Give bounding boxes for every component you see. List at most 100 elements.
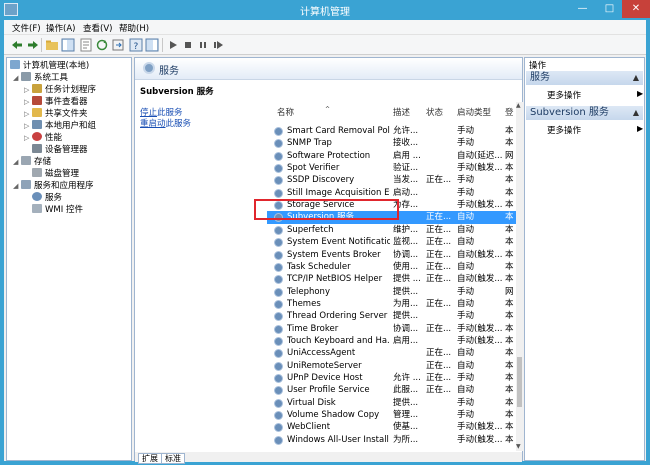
expand-arrow-icon[interactable]: ◢ — [13, 158, 18, 166]
tree-item-services[interactable]: 服务 — [32, 192, 62, 204]
menu-view[interactable]: 查看(V) — [83, 22, 112, 34]
service-status: 正在... — [426, 360, 452, 371]
column-status[interactable]: 状态 — [426, 106, 443, 118]
tab-standard[interactable]: 标准 — [161, 453, 185, 464]
service-row[interactable]: System Events Broker 协调... 正在... 自动(触发... 本 — [267, 249, 519, 261]
expand-arrow-icon[interactable]: ◢ — [13, 74, 18, 82]
service-status: 正在... — [426, 175, 452, 186]
service-row[interactable]: Task Scheduler 使用... 正在... 自动本 — [267, 261, 519, 273]
tree-item-performance[interactable]: 性能 — [32, 132, 62, 144]
service-status: 正在... — [426, 348, 452, 359]
column-name[interactable]: 名称 — [277, 106, 294, 118]
scroll-down-icon[interactable]: ▼ — [516, 443, 521, 450]
show-tree-icon[interactable] — [61, 38, 75, 52]
service-row[interactable]: Telephony 提供... 手动网 — [267, 286, 519, 298]
help-icon[interactable]: ? — [129, 38, 143, 52]
tab-extended[interactable]: 扩展 — [138, 453, 162, 464]
up-folder-icon[interactable] — [45, 38, 59, 52]
service-row[interactable]: Touch Keyboard and Ha... 启用... 手动(触发... 本 — [267, 335, 519, 347]
restart-link-text[interactable]: 重启动 — [140, 119, 166, 129]
tree-item-storage[interactable]: 存储 — [21, 156, 51, 168]
tree-item-event-viewer[interactable]: 事件查看器 — [32, 96, 88, 108]
service-status: 正在... — [426, 298, 452, 309]
actions-section-subversion[interactable]: Subversion 服务 ▲ — [526, 106, 643, 120]
maximize-button[interactable]: □ — [596, 0, 623, 18]
service-row[interactable]: UniRemoteServer 正在... 自动本 — [267, 360, 519, 372]
tree-item-shared-folders[interactable]: 共享文件夹 — [32, 108, 88, 120]
service-row[interactable]: TCP/IP NetBIOS Helper 提供 ... 正在... 自动(触发...… — [267, 273, 519, 285]
service-description: 接收... — [393, 138, 419, 149]
tree-item-disk-management[interactable]: 磁盘管理 — [32, 168, 79, 180]
restart-service-icon[interactable] — [211, 38, 225, 52]
close-button[interactable]: ✕ — [622, 0, 650, 18]
service-startup-type: 手动 — [457, 397, 475, 408]
expand-arrow-icon[interactable]: ▷ — [24, 122, 29, 130]
tree-item-label: 共享文件夹 — [45, 109, 88, 119]
service-gear-icon — [274, 287, 283, 297]
menu-help[interactable]: 帮助(H) — [119, 22, 149, 34]
service-row[interactable]: Windows All-User Install ... 为所... 手动(触发..… — [267, 434, 519, 446]
service-row[interactable]: Smart Card Removal Poli... 允许... 手动本 — [267, 125, 519, 137]
stop-service-icon[interactable] — [181, 38, 195, 52]
properties-icon[interactable] — [79, 38, 93, 52]
expand-arrow-icon[interactable]: ▷ — [24, 110, 29, 118]
service-row[interactable]: Themes 为用... 正在... 自动本 — [267, 298, 519, 310]
refresh-icon[interactable] — [95, 38, 109, 52]
start-service-icon[interactable] — [166, 38, 180, 52]
minimize-button[interactable]: — — [569, 0, 596, 18]
service-row[interactable]: System Event Notification...监视... 正在... 自动… — [267, 236, 519, 248]
tree-item-device-manager[interactable]: 设备管理器 — [32, 144, 88, 156]
more-actions-item[interactable]: 更多操作 ▶ — [547, 89, 643, 101]
restart-service-link[interactable]: 重启动此服务 — [140, 117, 191, 129]
menu-file[interactable]: 文件(F) — [12, 22, 41, 34]
expand-arrow-icon[interactable]: ◢ — [13, 182, 18, 190]
collapse-arrow-icon[interactable]: ▲ — [633, 71, 639, 85]
expand-arrow-icon[interactable]: ▷ — [24, 134, 29, 142]
tree-item-wmi[interactable]: WMI 控件 — [32, 204, 83, 216]
service-row[interactable]: User Profile Service 此服... 正在... 自动本 — [267, 384, 519, 396]
scroll-up-icon[interactable]: ▲ — [516, 102, 521, 109]
scrollbar-thumb[interactable] — [517, 357, 522, 407]
tree-item-local-users[interactable]: 本地用户和组 — [32, 120, 96, 132]
service-row[interactable]: Virtual Disk 提供... 手动本 — [267, 397, 519, 409]
expand-arrow-icon[interactable]: ▷ — [24, 86, 29, 94]
service-description: 提供... — [393, 311, 419, 322]
service-row[interactable]: Still Image Acquisition Ev...启动...手动本 — [267, 187, 519, 199]
service-row[interactable]: Software Protection 启用 ... 自动(延迟... 网 — [267, 150, 519, 162]
device-manager-icon — [32, 144, 42, 153]
column-startup-type[interactable]: 启动类型 — [457, 106, 491, 118]
services-scrollbar[interactable]: ▲ ▼ — [516, 102, 523, 451]
service-row[interactable]: SSDP Discovery 当发... 正在... 手动本 — [267, 174, 519, 186]
tree-item-root[interactable]: 计算机管理(本地) — [10, 60, 89, 72]
actions-section-services[interactable]: 服务 ▲ — [526, 71, 643, 85]
service-description: 维护... — [393, 224, 419, 235]
expand-arrow-icon[interactable]: ▷ — [24, 98, 29, 106]
pause-service-icon[interactable] — [196, 38, 210, 52]
service-row[interactable]: Volume Shadow Copy 管理... 手动本 — [267, 409, 519, 421]
service-row[interactable]: Spot Verifier 验证... 手动(触发... 本 — [267, 162, 519, 174]
service-row[interactable]: UPnP Device Host 允许 ... 正在... 手动本 — [267, 372, 519, 384]
service-gear-icon — [274, 262, 283, 272]
show-action-pane-icon[interactable] — [145, 38, 159, 52]
more-actions-item[interactable]: 更多操作 ▶ — [547, 124, 643, 136]
service-row[interactable]: UniAccessAgent 正在... 自动本 — [267, 347, 519, 359]
service-row[interactable]: Time Broker 协调... 正在... 手动(触发... 本 — [267, 323, 519, 335]
menu-action[interactable]: 操作(A) — [46, 22, 75, 34]
tree-item-services-apps[interactable]: 服务和应用程序 — [21, 180, 94, 192]
tree-item-system-tools[interactable]: 系统工具 — [21, 72, 68, 84]
forward-icon[interactable] — [26, 38, 40, 52]
service-gear-icon — [274, 336, 283, 346]
tree-item-task-scheduler[interactable]: 任务计划程序 — [32, 84, 96, 96]
service-gear-icon — [274, 188, 283, 198]
collapse-arrow-icon[interactable]: ▲ — [633, 106, 639, 120]
service-row[interactable]: WebClient 使基... 手动(触发... 本 — [267, 421, 519, 433]
back-icon[interactable] — [10, 38, 24, 52]
service-row[interactable]: Superfetch 维护... 正在... 自动本 — [267, 224, 519, 236]
column-description[interactable]: 描述 — [393, 106, 410, 118]
column-logon[interactable]: 登 — [505, 106, 514, 118]
service-row[interactable]: SNMP Trap 接收... 手动本 — [267, 137, 519, 149]
export-list-icon[interactable] — [111, 38, 125, 52]
service-name: Still Image Acquisition Ev... — [287, 187, 390, 198]
actions-pane: 操作 服务 ▲ 更多操作 ▶ Subversion 服务 ▲ 更多操作 ▶ — [524, 57, 645, 461]
service-row[interactable]: Thread Ordering Server 提供... 手动本 — [267, 310, 519, 322]
